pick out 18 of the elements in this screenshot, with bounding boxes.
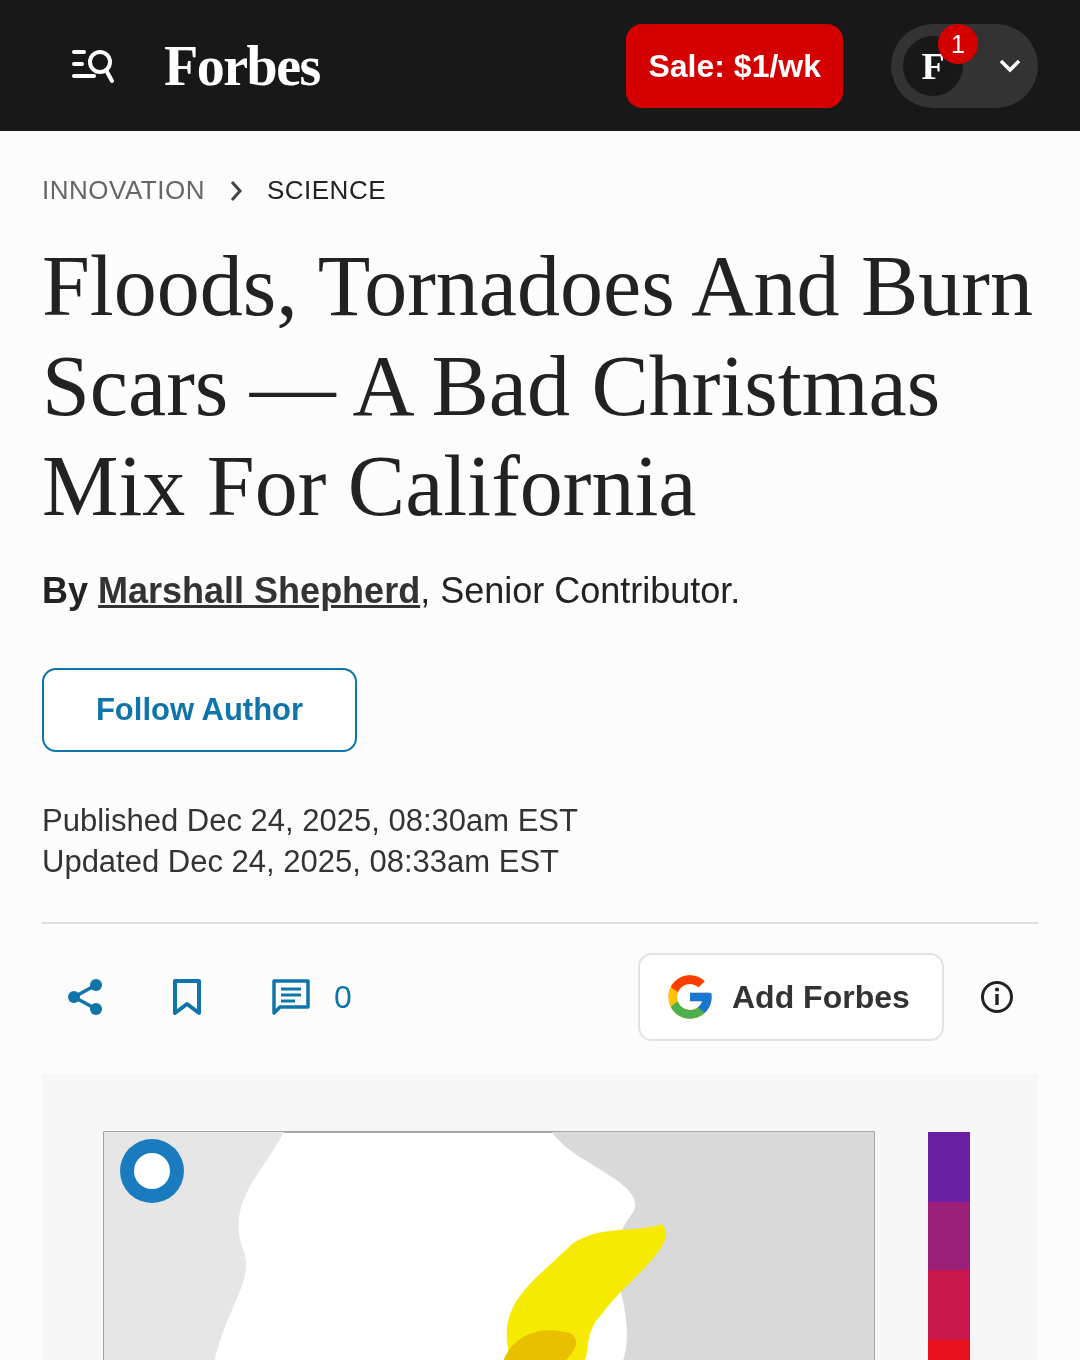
logo[interactable]: Forbes xyxy=(164,23,320,108)
bookmark-icon[interactable] xyxy=(172,979,202,1015)
byline: By Marshall Shepherd, Senior Contributor. xyxy=(42,569,742,613)
updated-date: Updated Dec 24, 2025, 08:33am EST xyxy=(42,843,560,881)
published-date: Published Dec 24, 2025, 08:30am EST xyxy=(42,802,579,840)
comment-icon[interactable] xyxy=(272,979,310,1015)
comment-count: 0 xyxy=(334,978,352,1017)
breadcrumb-link[interactable]: INNOVATION xyxy=(42,171,205,210)
article-title: Floods, Tornadoes And Burn Scars — A Bad Christmas Mix For California xyxy=(42,237,1034,536)
author-link[interactable]: Marshall Shepherd xyxy=(98,570,421,611)
chevron-right-icon xyxy=(228,179,243,202)
info-icon[interactable] xyxy=(980,980,1014,1014)
follow-button[interactable]: Follow Author xyxy=(42,668,357,752)
subscribe-button[interactable]: Sale: $1/wk xyxy=(626,23,843,108)
add-source-button[interactable]: Add Forbes xyxy=(638,953,944,1041)
share-icon[interactable] xyxy=(66,978,104,1016)
breadcrumb-link[interactable]: SCIENCE xyxy=(266,171,386,210)
chevron-down-icon xyxy=(998,57,1022,74)
